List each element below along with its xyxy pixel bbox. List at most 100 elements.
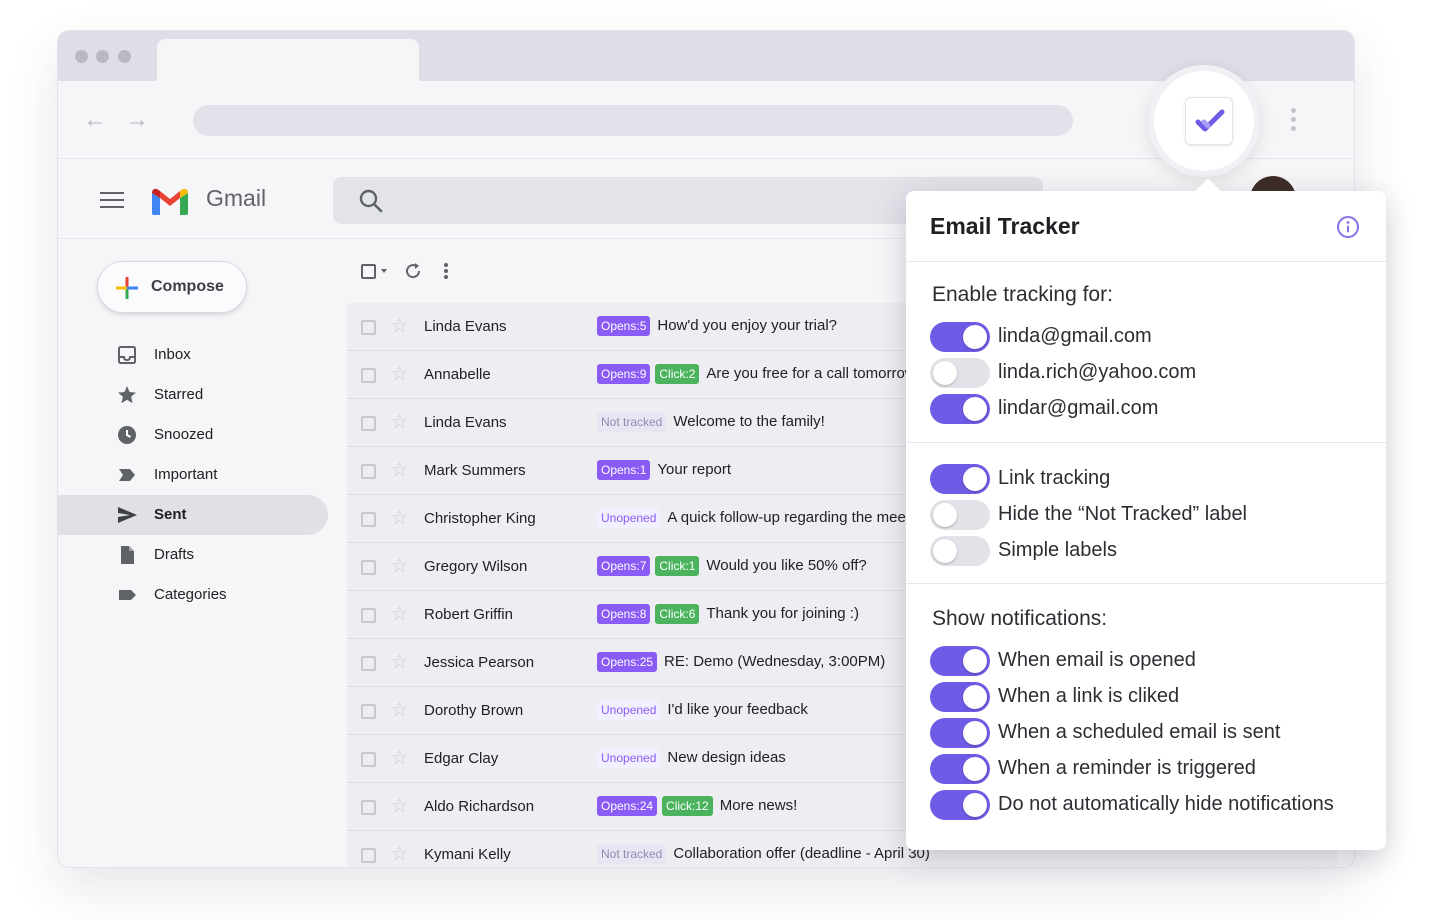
compose-label: Compose	[151, 278, 224, 295]
mail-subject: More news!	[719, 797, 798, 814]
row-checkbox[interactable]	[361, 704, 376, 719]
mail-tracking-info: Opens:7 Click:1 Would you like 50% off?	[597, 556, 867, 576]
window-dot-minimize[interactable]	[96, 50, 109, 63]
mail-sender: Annabelle	[424, 366, 491, 383]
info-icon[interactable]	[1336, 215, 1360, 244]
mail-sender: Edgar Clay	[424, 750, 499, 767]
window-dot-maximize[interactable]	[118, 50, 131, 63]
toggle-knob	[963, 685, 987, 709]
browser-tab[interactable]	[157, 39, 419, 81]
row-checkbox[interactable]	[361, 800, 376, 815]
label-icon	[116, 584, 138, 606]
star-icon[interactable]: ☆	[391, 747, 408, 770]
star-icon[interactable]: ☆	[391, 603, 408, 626]
sidebar-item-starred[interactable]: Starred	[58, 375, 328, 415]
extension-highlight	[1148, 65, 1260, 177]
mail-list-toolbar	[348, 239, 928, 301]
email-tracker-extension-button[interactable]	[1185, 97, 1233, 145]
mail-tracking-info: Opens:25 RE: Demo (Wednesday, 3:00PM)	[597, 652, 885, 672]
toggle-switch[interactable]	[930, 322, 990, 352]
address-bar[interactable]	[193, 105, 1073, 136]
toggle-label: Link tracking	[998, 467, 1111, 489]
sidebar-item-label: Inbox	[154, 346, 191, 363]
compose-button[interactable]: Compose	[97, 261, 247, 313]
mail-sender: Robert Griffin	[424, 606, 513, 623]
opens-badge: Opens:1	[597, 460, 651, 480]
clicks-badge: Click:1	[655, 556, 700, 576]
forward-arrow-icon[interactable]: →	[124, 107, 150, 133]
row-checkbox[interactable]	[361, 608, 376, 623]
toggle-switch[interactable]	[930, 718, 990, 748]
toggle-knob	[963, 397, 987, 421]
search-icon[interactable]	[358, 188, 384, 219]
compose-plus-icon	[116, 277, 138, 299]
select-all-checkbox[interactable]	[361, 264, 376, 279]
sidebar-item-drafts[interactable]: Drafts	[58, 535, 328, 575]
mail-sender: Aldo Richardson	[424, 798, 535, 815]
sidebar-item-categories[interactable]: Categories	[58, 575, 328, 615]
refresh-icon[interactable]	[403, 261, 423, 286]
toggle-label: Do not automatically hide notifications	[998, 793, 1334, 815]
mail-subject: Welcome to the family!	[673, 413, 825, 430]
toggle-switch[interactable]	[930, 464, 990, 494]
toggle-switch[interactable]	[930, 358, 990, 388]
star-icon[interactable]: ☆	[391, 651, 408, 674]
star-icon[interactable]: ☆	[391, 555, 408, 578]
toggle-knob	[933, 361, 957, 385]
notifications-section: Show notifications: When email is opened…	[906, 584, 1386, 850]
main-menu-icon[interactable]	[100, 192, 124, 210]
tracking-status-badge: Not tracked	[597, 412, 667, 432]
more-options-icon[interactable]	[444, 263, 448, 281]
star-icon[interactable]: ☆	[391, 459, 408, 482]
mail-subject: Your report	[657, 461, 732, 478]
row-checkbox[interactable]	[361, 512, 376, 527]
toggle-switch[interactable]	[930, 500, 990, 530]
opens-badge: Opens:5	[597, 316, 651, 336]
row-checkbox[interactable]	[361, 752, 376, 767]
row-checkbox[interactable]	[361, 368, 376, 383]
sidebar-item-sent[interactable]: Sent	[58, 495, 328, 535]
sidebar-item-snoozed[interactable]: Snoozed	[58, 415, 328, 455]
notifications-heading: Show notifications:	[932, 607, 1108, 630]
row-checkbox[interactable]	[361, 416, 376, 431]
row-checkbox[interactable]	[361, 848, 376, 863]
mail-sender: Christopher King	[424, 510, 536, 527]
opens-badge: Opens:25	[597, 652, 658, 672]
sidebar-item-important[interactable]: Important	[58, 455, 328, 495]
row-checkbox[interactable]	[361, 320, 376, 335]
toggle-knob	[963, 467, 987, 491]
back-arrow-icon[interactable]: ←	[82, 107, 108, 133]
toggle-switch[interactable]	[930, 754, 990, 784]
toggle-switch[interactable]	[930, 646, 990, 676]
window-dot-close[interactable]	[75, 50, 88, 63]
mail-tracking-info: Opens:5 How'd you enjoy your trial?	[597, 316, 837, 336]
toggle-label: When email is opened	[998, 649, 1196, 671]
toggle-label: lindar@gmail.com	[998, 397, 1159, 419]
toggle-switch[interactable]	[930, 790, 990, 820]
star-icon[interactable]: ☆	[391, 411, 408, 434]
toggle-switch[interactable]	[930, 536, 990, 566]
mail-sender: Dorothy Brown	[424, 702, 524, 719]
sidebar-item-label: Starred	[154, 386, 204, 403]
mail-subject: How'd you enjoy your trial?	[657, 317, 837, 334]
clicks-badge: Click:12	[662, 796, 713, 816]
star-icon[interactable]: ☆	[391, 315, 408, 338]
star-icon[interactable]: ☆	[391, 795, 408, 818]
opens-badge: Opens:9	[597, 364, 651, 384]
mail-tracking-info: Not tracked Collaboration offer (deadline…	[597, 844, 930, 864]
sidebar-item-inbox[interactable]: Inbox	[58, 335, 328, 375]
star-icon[interactable]: ☆	[391, 699, 408, 722]
row-checkbox[interactable]	[361, 560, 376, 575]
row-checkbox[interactable]	[361, 656, 376, 671]
star-icon[interactable]: ☆	[391, 843, 408, 866]
star-icon[interactable]: ☆	[391, 507, 408, 530]
panel-title: Email Tracker	[930, 213, 1080, 239]
row-checkbox[interactable]	[361, 464, 376, 479]
browser-menu-icon[interactable]	[1288, 108, 1298, 136]
mail-sender: Gregory Wilson	[424, 558, 528, 575]
star-icon[interactable]: ☆	[391, 363, 408, 386]
select-dropdown-icon[interactable]	[381, 269, 387, 273]
toggle-switch[interactable]	[930, 682, 990, 712]
mail-tracking-info: Unopened I'd like your feedback	[597, 700, 808, 720]
toggle-switch[interactable]	[930, 394, 990, 424]
